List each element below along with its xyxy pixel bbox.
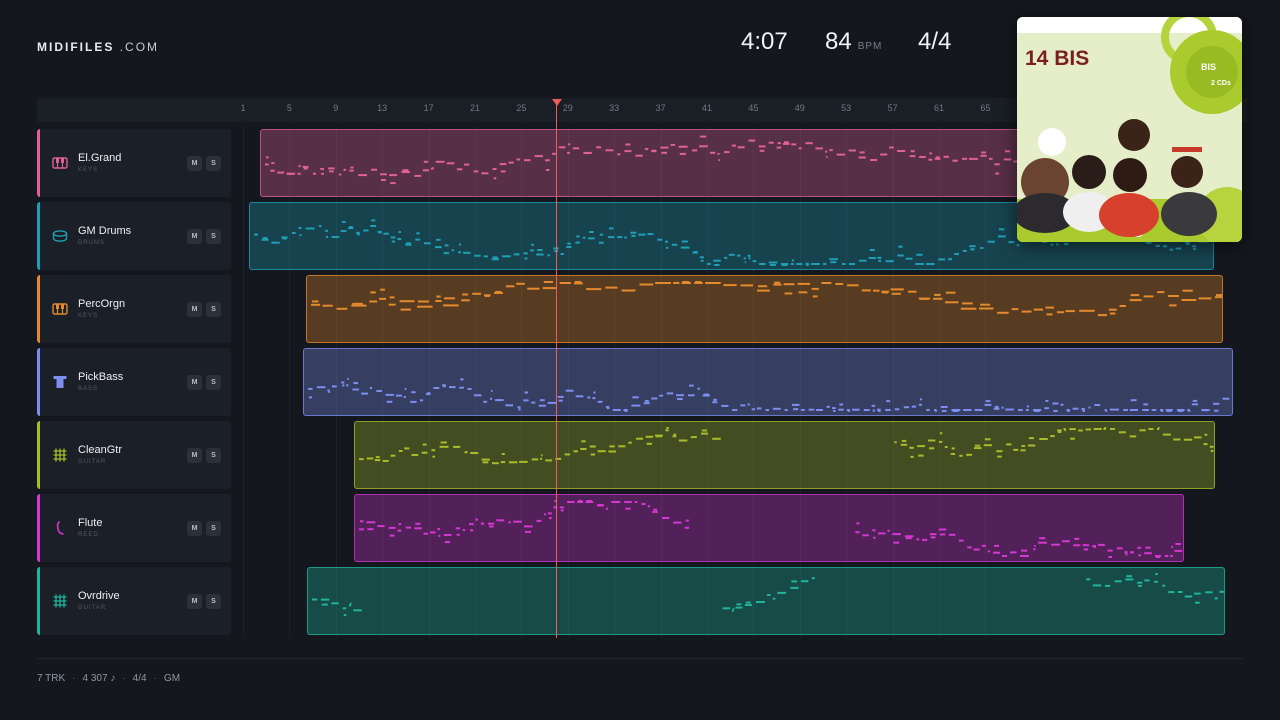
midi-clip-cleangtr[interactable]: [354, 421, 1215, 489]
album-subtitle: 2 CDs: [1211, 80, 1231, 87]
track-header-el-grand[interactable]: El.Grand KEYS M S: [37, 129, 231, 197]
piano-keys-icon: [52, 155, 68, 171]
ruler-tick: 57: [887, 103, 898, 113]
ruler-tick: 37: [655, 103, 666, 113]
grid-line: [243, 126, 244, 638]
drum-icon: [52, 228, 68, 244]
track-name: PickBass: [78, 371, 124, 383]
ruler-tick: 25: [516, 103, 527, 113]
footer-divider: [37, 658, 1243, 659]
ruler-tick: 49: [794, 103, 805, 113]
ruler-tick: 29: [562, 103, 573, 113]
track-color-bar: [37, 494, 40, 562]
note-pattern: [359, 500, 1183, 558]
guitar-grid-icon: [52, 593, 68, 609]
ruler-tick: 65: [980, 103, 991, 113]
track-color-bar: [37, 348, 40, 416]
solo-button[interactable]: S: [206, 156, 221, 171]
mute-button[interactable]: M: [187, 594, 202, 609]
ruler-tick: 5: [286, 103, 292, 113]
mute-button[interactable]: M: [187, 302, 202, 317]
duration-readout: 4:07: [741, 28, 788, 55]
signature: 4/4: [132, 673, 147, 684]
playhead[interactable]: [556, 104, 557, 638]
track-color-bar: [37, 275, 40, 343]
ruler-tick: 53: [841, 103, 852, 113]
ruler-tick: 21: [469, 103, 481, 113]
note-pattern: [312, 573, 1224, 616]
track-name: El.Grand: [78, 152, 122, 164]
track-color-bar: [37, 129, 40, 197]
solo-button[interactable]: S: [206, 594, 221, 609]
note-count: 4 307 ♪: [82, 673, 116, 684]
track-category: GUITAR: [78, 605, 107, 611]
mute-button[interactable]: M: [187, 156, 202, 171]
track-color-bar: [37, 567, 40, 635]
track-name: PercOrgn: [78, 298, 126, 310]
album-title: 14 BIS: [1025, 47, 1090, 70]
album-badge: BIS: [1201, 62, 1217, 72]
track-name: Flute: [78, 517, 103, 529]
bass-icon: [52, 374, 68, 390]
ruler-tick: 45: [748, 103, 759, 113]
midi-clip-ovrdrive[interactable]: [307, 567, 1225, 635]
track-category: REED: [78, 532, 99, 538]
ruler-tick: 9: [333, 103, 339, 113]
ruler-tick: 61: [933, 103, 945, 113]
ruler-tick: 1: [240, 103, 246, 113]
ruler-tick: 33: [609, 103, 620, 113]
solo-button[interactable]: S: [206, 375, 221, 390]
solo-button[interactable]: S: [206, 521, 221, 536]
track-category: KEYS: [78, 167, 99, 173]
guitar-grid-icon: [52, 447, 68, 463]
organ-keys-icon: [52, 301, 68, 317]
solo-button[interactable]: S: [206, 229, 221, 244]
brand-logo: MIDIFILES .COM: [37, 40, 160, 54]
mute-button[interactable]: M: [187, 375, 202, 390]
track-category: KEYS: [78, 313, 99, 319]
mute-button[interactable]: M: [187, 521, 202, 536]
track-color-bar: [37, 202, 40, 270]
flute-icon: [52, 520, 68, 536]
track-header-percorgn[interactable]: PercOrgn KEYS M S: [37, 275, 231, 343]
midi-clip-pickbass[interactable]: [303, 348, 1233, 416]
track-name: GM Drums: [78, 225, 132, 237]
time-signature-readout: 4/4: [918, 28, 952, 55]
track-header-cleangtr[interactable]: CleanGtr GUITAR M S: [37, 421, 231, 489]
track-name: CleanGtr: [78, 444, 123, 456]
playhead-handle[interactable]: [552, 99, 562, 106]
midi-clip-percorgn[interactable]: [306, 275, 1223, 343]
solo-button[interactable]: S: [206, 302, 221, 317]
mute-button[interactable]: M: [187, 448, 202, 463]
album-cover: 14 BIS BIS 2 CDs: [1017, 17, 1242, 242]
tempo-readout: 84 BPM: [825, 28, 883, 55]
track-header-pickbass[interactable]: PickBass BASS M S: [37, 348, 231, 416]
track-category: BASS: [78, 386, 99, 392]
track-header-gm-drums[interactable]: GM Drums DRUMS M S: [37, 202, 231, 270]
ruler-tick: 41: [701, 103, 713, 113]
track-header-flute[interactable]: Flute REED M S: [37, 494, 231, 562]
track-count: 7 TRK: [37, 673, 66, 684]
note-pattern: [359, 427, 1214, 465]
note-pattern: [308, 377, 1230, 412]
track-header-ovrdrive[interactable]: Ovrdrive GUITAR M S: [37, 567, 231, 635]
midi-standard: GM: [163, 673, 181, 684]
ruler-tick: 13: [377, 103, 388, 113]
midi-clip-flute[interactable]: [354, 494, 1184, 562]
file-summary: 7 TRK · 4 307 ♪ · 4/4 · GM: [37, 673, 181, 684]
track-color-bar: [37, 421, 40, 489]
track-category: DRUMS: [78, 240, 105, 246]
ruler-tick: 17: [423, 103, 434, 113]
track-name: Ovrdrive: [78, 590, 120, 602]
solo-button[interactable]: S: [206, 448, 221, 463]
track-category: GUITAR: [78, 459, 107, 465]
note-pattern: [311, 281, 1222, 317]
mute-button[interactable]: M: [187, 229, 202, 244]
